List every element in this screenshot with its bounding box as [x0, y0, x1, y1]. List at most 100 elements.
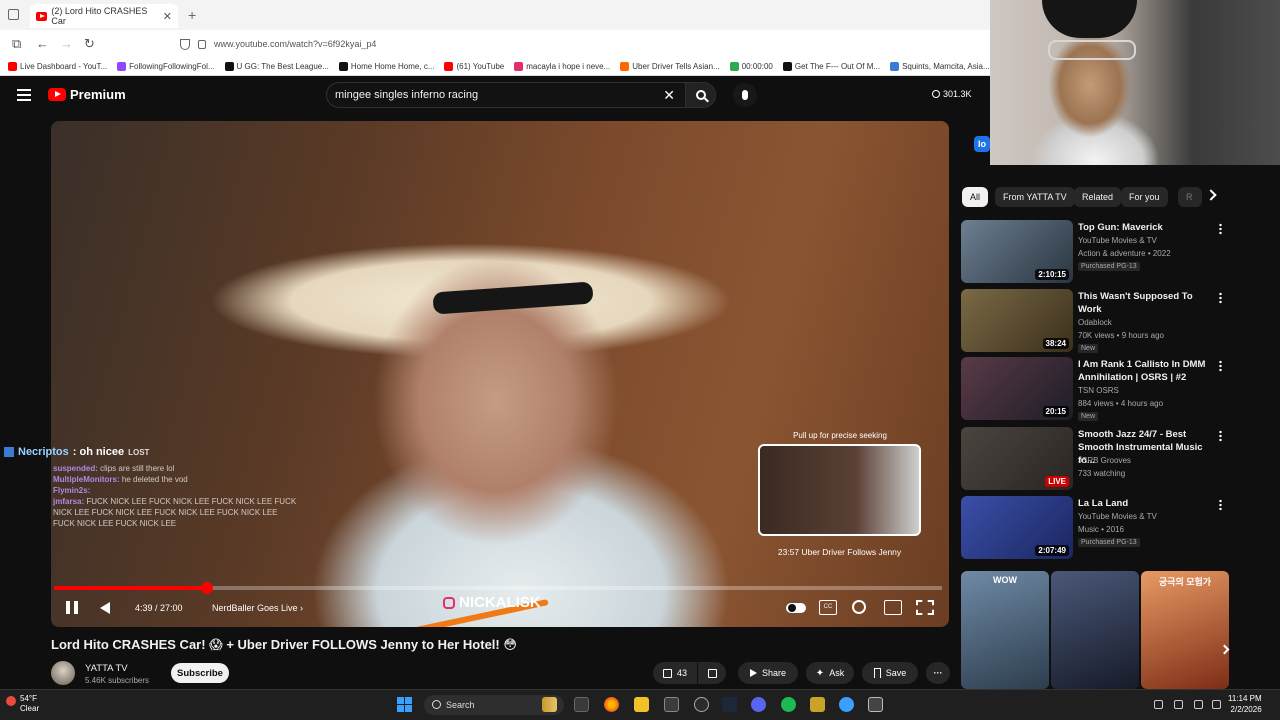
dislike-button[interactable]	[698, 662, 726, 684]
bookmark-item[interactable]: macayla i hope i neve...	[514, 62, 610, 71]
bookmark-item[interactable]: Home Home Home, c...	[338, 62, 434, 71]
autoplay-toggle[interactable]	[786, 603, 806, 613]
shield-icon[interactable]	[180, 38, 190, 50]
channel-name[interactable]: YATTA TV	[85, 663, 128, 674]
save-button[interactable]: Save	[862, 662, 918, 684]
tray-app-icon[interactable]	[1154, 700, 1163, 709]
menu-icon[interactable]	[17, 89, 31, 101]
bookmark-item[interactable]: Uber Driver Tells Asian...	[620, 62, 720, 71]
new-tab-icon[interactable]: +	[188, 7, 196, 23]
file-explorer-icon[interactable]	[634, 697, 649, 712]
more-vertical-icon[interactable]	[1219, 430, 1222, 442]
windows-start-icon[interactable]	[397, 697, 412, 712]
like-button[interactable]: 43	[653, 662, 697, 684]
chip-filter[interactable]: All	[962, 187, 989, 207]
chip-filter[interactable]: From YATTA TV	[995, 187, 1075, 207]
recommendation-channel[interactable]: YouTube Movies & TV	[1078, 234, 1157, 247]
more-vertical-icon[interactable]	[1219, 360, 1222, 372]
bookmark-favicon-icon	[514, 62, 524, 71]
browser-tab-active[interactable]: (2) Lord Hito CRASHES Car ✕	[30, 4, 178, 28]
miniplayer-icon[interactable]	[884, 600, 902, 615]
battery-icon[interactable]	[1212, 700, 1221, 709]
bookmark-item[interactable]: Squints, Mamcita, Asia...	[890, 62, 990, 71]
recommendation-title[interactable]: This Wasn't Supposed To Work	[1078, 290, 1213, 316]
weather-widget[interactable]: 54°F Clear	[6, 694, 39, 714]
progress-scrubber[interactable]	[200, 582, 213, 594]
bookmark-item[interactable]: Get The F--- Out Of M...	[782, 62, 880, 71]
league-icon[interactable]	[810, 697, 825, 712]
short-thumbnail[interactable]: WOW	[961, 571, 1049, 689]
tab-title: (2) Lord Hito CRASHES Car	[51, 6, 148, 26]
chapter-button[interactable]: NerdBaller Goes Live ›	[212, 603, 303, 613]
share-button[interactable]: Share	[738, 662, 798, 684]
short-thumbnail[interactable]: 궁극의 모험가	[1141, 571, 1229, 689]
search-input[interactable]: mingee singles inferno racing ✕	[326, 82, 686, 108]
chip-filter[interactable]: R	[1178, 187, 1202, 207]
recommendation-title[interactable]: I Am Rank 1 Callisto In DMM Annihilation…	[1078, 358, 1213, 384]
bookmark-item[interactable]: 00:00:00	[729, 62, 773, 71]
forward-icon[interactable]: →	[60, 36, 73, 51]
steam-icon[interactable]	[722, 697, 737, 712]
spotify-icon[interactable]	[781, 697, 796, 712]
recommendation-channel[interactable]: TSN OSRS	[1078, 384, 1119, 397]
close-tab-icon[interactable]: ✕	[163, 10, 172, 23]
url-text[interactable]: www.youtube.com/watch?v=6f92kyai_p4	[214, 39, 376, 49]
recommendation-title[interactable]: Top Gun: Maverick	[1078, 221, 1213, 234]
tab-actions-icon[interactable]	[8, 9, 19, 20]
taskbar-app-icon[interactable]	[542, 697, 557, 712]
progress-bar[interactable]	[54, 582, 942, 594]
bookmark-item[interactable]: FollowingFollowingFol...	[117, 62, 215, 71]
volume-tray-icon[interactable]	[1194, 700, 1203, 709]
reload-icon[interactable]: ↻	[84, 36, 95, 52]
clear-search-icon[interactable]: ✕	[663, 87, 675, 104]
subscribe-button[interactable]: Subscribe	[171, 663, 229, 683]
bookmark-favicon-icon	[338, 62, 348, 71]
url-field[interactable]: www.youtube.com/watch?v=6f92kyai_p4	[180, 35, 970, 53]
taskbar-app-icon[interactable]	[868, 697, 883, 712]
voice-search-button[interactable]	[733, 83, 757, 107]
short-thumbnail[interactable]	[1051, 571, 1139, 689]
pause-button[interactable]	[66, 601, 78, 614]
recommendation-thumbnail[interactable]: 20:15	[961, 357, 1073, 420]
volume-icon[interactable]	[100, 602, 110, 614]
recommendation-thumbnail[interactable]: 2:10:15	[961, 220, 1073, 283]
more-vertical-icon[interactable]	[1219, 499, 1222, 511]
chapter-title: NerdBaller Goes Live	[212, 603, 298, 613]
captions-icon[interactable]: CC	[819, 600, 837, 615]
recommendation-thumbnail[interactable]: LIVE	[961, 427, 1073, 490]
more-vertical-icon[interactable]	[1219, 292, 1222, 304]
recommendation-thumbnail[interactable]: 2:07:49	[961, 496, 1073, 559]
chip-filter[interactable]: For you	[1121, 187, 1168, 207]
wifi-icon[interactable]	[1174, 700, 1183, 709]
ask-button[interactable]: ✦ Ask	[806, 662, 854, 684]
recommendation-thumbnail[interactable]: 38:24	[961, 289, 1073, 352]
recommendation-title[interactable]: La La Land	[1078, 497, 1213, 510]
search-button[interactable]	[686, 82, 716, 108]
task-view-icon[interactable]	[574, 697, 589, 712]
discord-icon[interactable]	[751, 697, 766, 712]
recommendation-channel[interactable]: Odablock	[1078, 316, 1112, 329]
bookmark-item[interactable]: U GG: The Best League...	[224, 62, 329, 71]
youtube-logo[interactable]: Premium	[48, 87, 126, 102]
system-clock[interactable]: 11:14 PM 2/2/2026	[1228, 693, 1262, 715]
bookmark-item[interactable]: (61) YouTube	[444, 62, 504, 71]
taskbar-app-icon[interactable]	[839, 697, 854, 712]
more-vertical-icon[interactable]	[1219, 223, 1222, 235]
settings-gear-icon[interactable]	[852, 600, 866, 614]
firefox-icon[interactable]	[604, 697, 619, 712]
more-actions-button[interactable]: ···	[926, 662, 950, 684]
back-icon[interactable]: ←	[36, 36, 49, 51]
tray-overflow-icon[interactable]	[1132, 700, 1141, 709]
channel-badge[interactable]: lo	[974, 136, 990, 152]
recommendation-channel[interactable]: YouTube Movies & TV	[1078, 510, 1157, 523]
lock-icon[interactable]	[198, 39, 206, 49]
bookmark-favicon-icon	[444, 62, 454, 71]
channel-avatar[interactable]	[51, 661, 75, 685]
sidebar-toggle-icon[interactable]: ⧉	[12, 36, 21, 52]
chevron-right-icon[interactable]	[1205, 189, 1217, 201]
chip-filter[interactable]: Related	[1074, 187, 1122, 207]
obs-icon[interactable]	[694, 697, 709, 712]
bookmark-item[interactable]: Live Dashboard - YouT...	[8, 62, 107, 71]
taskbar-app-icon[interactable]	[664, 697, 679, 712]
recommendation-channel[interactable]: JSRB Grooves	[1078, 454, 1131, 467]
